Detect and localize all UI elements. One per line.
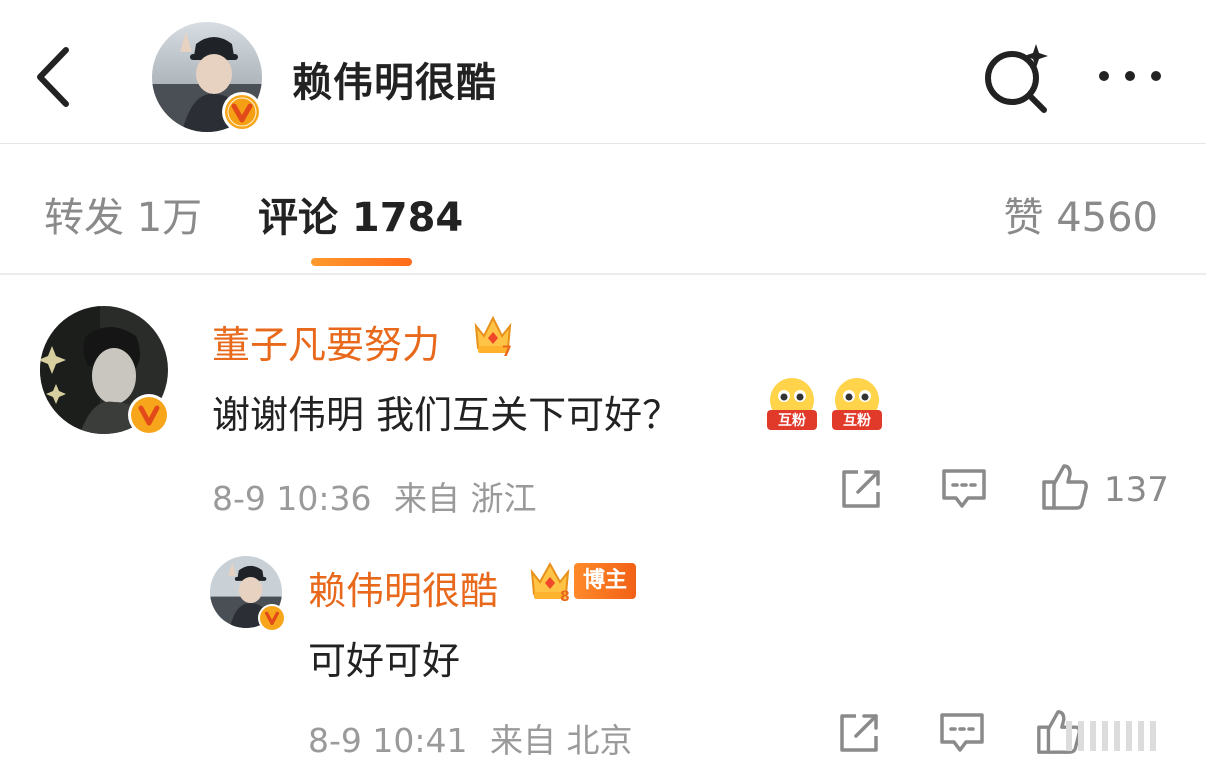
reply-avatar[interactable] — [210, 556, 286, 632]
tab-bar: 转发 1万 评论 1784 赞 4560 — [0, 145, 1206, 275]
comment-text: 谢谢伟明 我们互关下可好？ — [212, 393, 681, 437]
reply-date: 8-9 10:41 — [308, 721, 468, 757]
verified-icon — [260, 606, 284, 630]
mutual-follow-emoji-icon: 互粉 — [763, 376, 821, 434]
active-tab-indicator — [311, 258, 412, 266]
reply-share-button[interactable] — [836, 710, 882, 756]
commenter-name[interactable]: 董子凡要努力 — [212, 314, 440, 369]
watermark — [1020, 715, 1180, 755]
reply-author-name[interactable]: 赖伟明很酷 — [308, 560, 498, 615]
tab-like[interactable]: 赞 4560 — [1003, 185, 1158, 243]
comment-source: 来自 浙江 — [394, 479, 537, 518]
svg-text:8: 8 — [560, 589, 570, 602]
comment-icon — [942, 469, 986, 508]
chevron-left-icon — [37, 47, 69, 107]
share-button[interactable] — [838, 466, 884, 512]
verified-badge — [128, 394, 170, 436]
comment-date: 8-9 10:36 — [212, 479, 372, 518]
vip-crown-icon: 8 — [526, 558, 578, 605]
verified-badge — [222, 92, 262, 132]
verified-icon — [225, 95, 259, 129]
comment-avatar[interactable] — [40, 306, 172, 438]
more-button[interactable] — [1092, 56, 1172, 96]
share-icon — [840, 714, 878, 752]
like-count: 137 — [1104, 470, 1169, 510]
reply-text: 可好可好 — [308, 639, 461, 683]
comment-meta: 8-9 10:36 来自 浙江 — [212, 472, 549, 520]
author-badge: 博主 — [574, 563, 636, 599]
mutual-follow-emoji-icon: 互粉 — [828, 376, 886, 434]
verified-badge — [258, 604, 286, 632]
verified-icon — [131, 397, 167, 433]
page-title: 赖伟明很酷 — [292, 60, 497, 106]
like-button[interactable] — [1040, 462, 1090, 512]
tab-comment[interactable]: 评论 1784 — [258, 185, 463, 243]
search-button[interactable] — [978, 40, 1054, 116]
share-icon — [842, 470, 880, 508]
reply-source: 来自 北京 — [490, 721, 633, 757]
reply-comment-button[interactable] — [938, 710, 986, 756]
reply-meta: 8-9 10:41 来自 北京 — [308, 714, 645, 757]
header-avatar[interactable] — [152, 22, 262, 132]
more-horizontal-icon — [1099, 71, 1161, 81]
back-button[interactable] — [28, 44, 84, 110]
emoji-label: 互粉 — [843, 412, 871, 429]
thumbs-up-icon — [1042, 464, 1088, 510]
tab-repost[interactable]: 转发 1万 — [44, 185, 202, 243]
reply-button[interactable] — [940, 466, 988, 512]
vip-crown-icon: 7 — [472, 312, 514, 360]
comment-icon — [940, 713, 984, 752]
emoji-label: 互粉 — [778, 412, 806, 429]
search-sparkle-icon — [985, 44, 1048, 113]
top-bar: 赖伟明很酷 — [0, 0, 1206, 144]
svg-text:7: 7 — [502, 344, 512, 358]
